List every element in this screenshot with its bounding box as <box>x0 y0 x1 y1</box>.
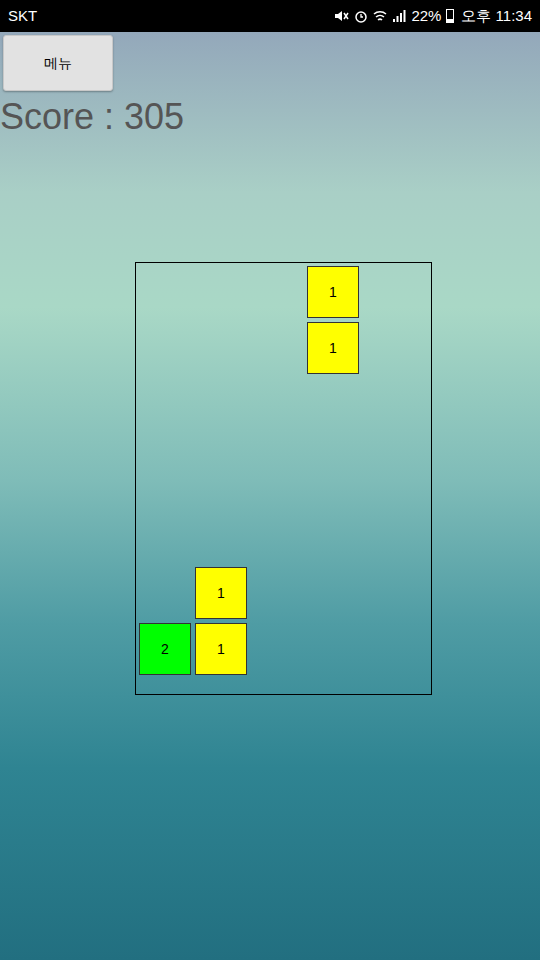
menu-button[interactable]: 메뉴 <box>3 35 113 91</box>
wifi-icon <box>373 9 387 23</box>
block-number: 1 <box>329 282 337 303</box>
alarm-icon <box>354 9 368 23</box>
landed-block: 1 <box>195 567 247 619</box>
score-label: Score : 305 <box>0 95 540 139</box>
game-board: 1 1 1 2 1 <box>135 262 432 695</box>
clock: 오후 11:34 <box>461 5 532 28</box>
game-screen: SKT 22% 오후 11:34 메뉴 Score : 305 1 1 1 2 1 <box>0 0 540 960</box>
block-number: 2 <box>161 639 169 660</box>
falling-block: 1 <box>307 266 359 318</box>
landed-block: 1 <box>195 623 247 675</box>
block-number: 1 <box>217 583 225 604</box>
battery-icon <box>446 9 454 23</box>
mute-icon <box>333 9 349 23</box>
status-icons: 22% 오후 11:34 <box>333 5 532 28</box>
landed-block: 2 <box>139 623 191 675</box>
status-bar: SKT 22% 오후 11:34 <box>0 0 540 32</box>
block-number: 1 <box>329 338 337 359</box>
battery-fill <box>447 19 453 22</box>
falling-block: 1 <box>307 322 359 374</box>
carrier-label: SKT <box>8 5 37 28</box>
signal-icon <box>392 9 406 23</box>
block-number: 1 <box>217 639 225 660</box>
battery-percent: 22% <box>411 5 441 28</box>
